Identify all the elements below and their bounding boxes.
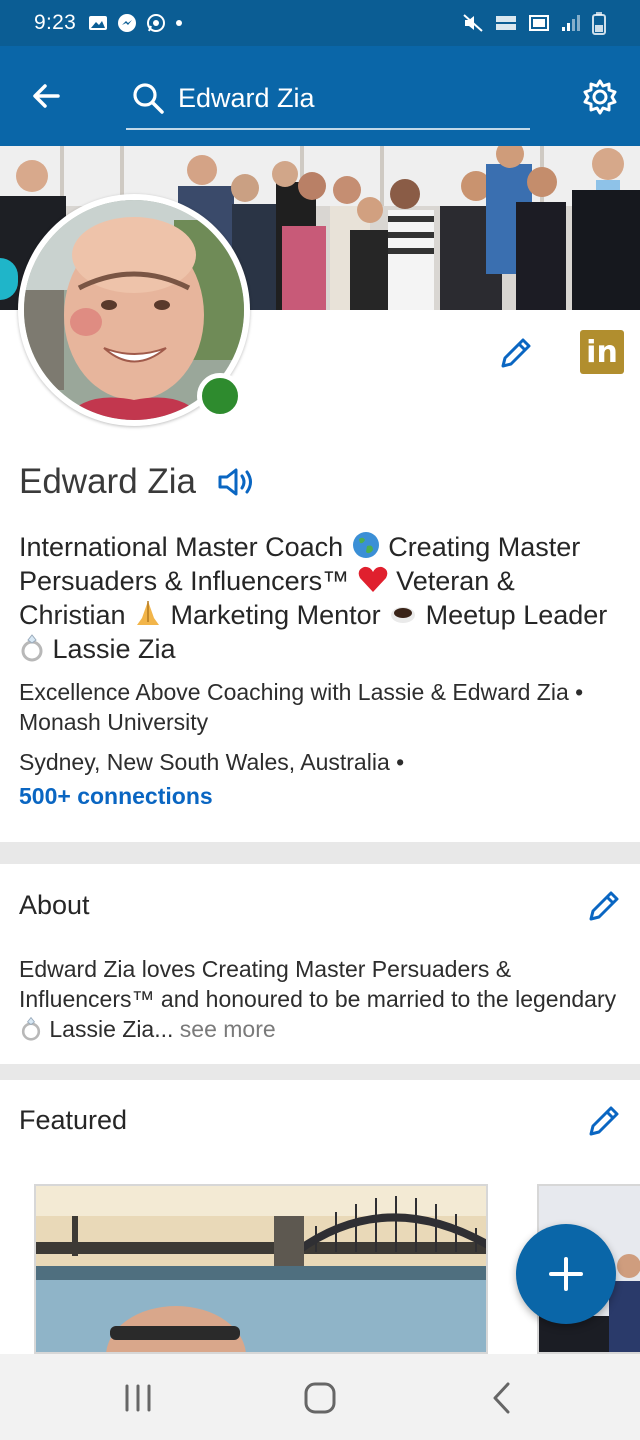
coffee-emoji <box>391 607 416 623</box>
volte-icon <box>496 16 516 30</box>
name-row: Edward Zia <box>19 462 258 502</box>
featured-item[interactable] <box>34 1184 488 1354</box>
see-more-link[interactable]: see more <box>173 1016 276 1042</box>
status-bar: 9:23 <box>0 0 640 46</box>
whatsapp-icon <box>147 14 166 32</box>
ring-emoji <box>21 1016 41 1041</box>
search-query: Edward Zia <box>178 82 315 113</box>
section-divider <box>0 1064 640 1080</box>
profile-headline: International Master Coach Creating Mast… <box>19 532 608 664</box>
add-section-button[interactable] <box>516 1224 616 1324</box>
search-icon <box>133 83 164 114</box>
back-arrow-icon[interactable] <box>28 78 64 114</box>
system-icons <box>462 11 606 35</box>
globe-emoji <box>352 532 379 558</box>
profile-company: Excellence Above Coaching with Lassie & … <box>19 679 584 735</box>
about-text: Edward Zia loves Creating Master Persuad… <box>19 956 617 1042</box>
pencil-icon[interactable] <box>495 334 535 374</box>
lte-icon <box>529 15 549 31</box>
messenger-icon <box>118 14 137 32</box>
app-bar: Edward Zia <box>0 46 640 146</box>
online-status-dot <box>197 373 243 419</box>
linkedin-icon[interactable]: in <box>580 330 624 374</box>
featured-title: Featured <box>19 1105 128 1135</box>
dot-icon <box>176 20 183 26</box>
profile-location: Sydney, New South Wales, Australia • <box>19 749 405 775</box>
plus-icon <box>549 1257 583 1291</box>
section-divider <box>0 842 640 864</box>
connections-link[interactable]: 500+ connections <box>19 783 213 810</box>
settings-gear-icon[interactable] <box>580 77 620 117</box>
recent-apps-icon[interactable] <box>114 1374 162 1422</box>
speaker-icon[interactable] <box>216 465 258 499</box>
home-icon[interactable] <box>296 1374 344 1422</box>
status-time: 9:23 <box>34 11 77 34</box>
battery-icon <box>592 12 606 35</box>
heart-emoji <box>358 566 388 592</box>
system-nav-bar <box>0 1354 640 1440</box>
about-title: About <box>19 890 90 920</box>
notification-icons <box>88 13 183 33</box>
search-field[interactable]: Edward Zia <box>126 68 530 130</box>
featured-image <box>36 1186 486 1352</box>
ring-emoji <box>21 634 43 662</box>
mute-icon <box>463 14 483 32</box>
gallery-icon <box>89 16 108 30</box>
signal-icon <box>562 15 580 31</box>
back-icon[interactable] <box>478 1374 526 1422</box>
praying-hands-emoji <box>137 601 160 625</box>
pencil-icon[interactable] <box>583 1102 623 1142</box>
pencil-icon[interactable] <box>583 887 623 927</box>
profile-name: Edward Zia <box>19 462 197 501</box>
